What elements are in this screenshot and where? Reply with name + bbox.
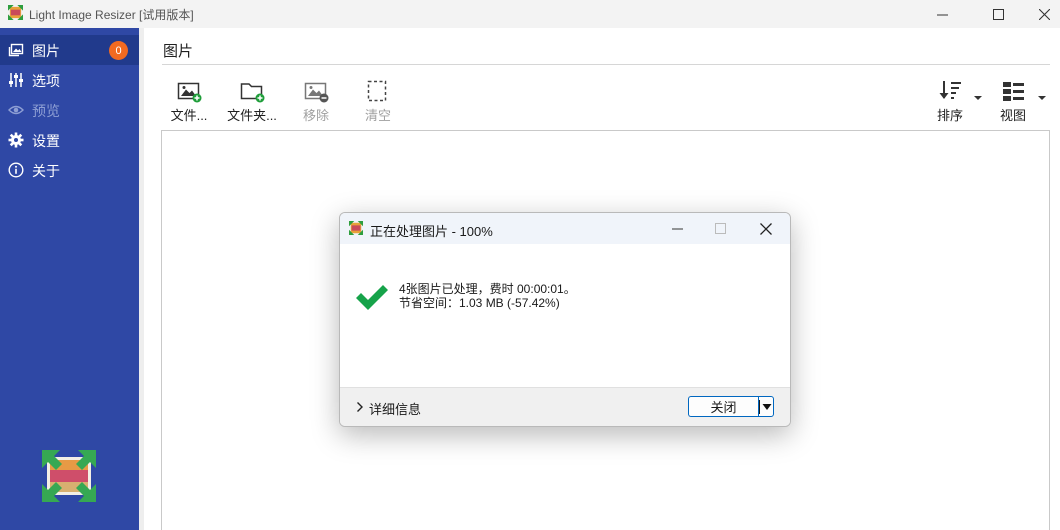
title-bar: Light Image Resizer [试用版本]: [0, 0, 1060, 28]
add-folder-button[interactable]: 文件夹...: [224, 78, 280, 124]
tool-label: 文件夹...: [227, 108, 277, 123]
close-button[interactable]: 关闭: [688, 396, 758, 417]
remove-image-icon: [304, 82, 329, 103]
clear-button[interactable]: 清空: [350, 78, 406, 124]
sidebar-item-label: 预览: [32, 103, 60, 119]
close-icon: [760, 222, 772, 235]
details-label: 详细信息: [369, 402, 422, 417]
tool-label: 文件...: [170, 108, 208, 123]
dialog-close-button[interactable]: [743, 213, 789, 244]
info-icon: [8, 162, 24, 178]
minimize-icon: [936, 14, 948, 15]
resizer-logo-icon: [349, 221, 363, 235]
add-folder-icon: [240, 83, 265, 103]
dialog-footer: 详细信息 关闭: [340, 387, 790, 426]
page-title: 图片: [163, 43, 194, 60]
close-window-button[interactable]: [1021, 0, 1060, 28]
processing-dialog: 正在处理图片 - 100% 4张图片已处理，费时 00:00:01。 节省空间：…: [339, 212, 791, 427]
view-dropdown-caret-icon[interactable]: [1037, 94, 1047, 102]
sidebar-item-preview[interactable]: 预览: [0, 95, 139, 125]
view-button[interactable]: 视图: [985, 78, 1041, 124]
minimize-icon: [671, 228, 683, 230]
tool-label: 移除: [302, 108, 329, 123]
tool-label: 排序: [936, 108, 963, 123]
maximize-button[interactable]: [975, 0, 1021, 28]
close-icon: [1038, 8, 1050, 20]
add-files-button[interactable]: 文件...: [161, 78, 217, 124]
image-count-badge: 0: [109, 41, 128, 60]
caret-down-icon: [762, 403, 772, 410]
divider: [162, 64, 1050, 65]
minimize-button[interactable]: [919, 0, 965, 28]
sidebar-divider: [139, 28, 144, 530]
images-icon: [8, 43, 24, 57]
success-check-icon: [356, 285, 388, 310]
sidebar-item-label: 选项: [32, 73, 60, 89]
sort-dropdown-caret-icon[interactable]: [973, 94, 983, 102]
sidebar-item-label: 图片: [32, 43, 60, 59]
saved-space-message: 节省空间：1.03 MB (-57.42%): [399, 296, 560, 310]
gear-icon: [8, 132, 24, 148]
sidebar-item-label: 关于: [32, 163, 60, 179]
clear-selection-icon: [367, 80, 387, 102]
tool-label: 视图: [999, 108, 1026, 123]
add-image-icon: [177, 82, 202, 103]
maximize-icon: [714, 223, 726, 234]
resizer-logo-icon: [8, 5, 23, 20]
view-list-icon: [1003, 82, 1024, 101]
sidebar-item-options[interactable]: 选项: [0, 65, 139, 95]
remove-button[interactable]: 移除: [288, 78, 344, 124]
sidebar-item-about[interactable]: 关于: [0, 155, 139, 185]
sidebar-item-label: 设置: [32, 133, 60, 149]
sidebar-item-settings[interactable]: 设置: [0, 125, 139, 155]
sidebar: 图片 0 选项 预览 设置 关于: [0, 28, 139, 530]
dialog-title: 正在处理图片 - 100%: [370, 224, 493, 239]
resizer-logo-icon: [42, 450, 96, 502]
dialog-minimize-button[interactable]: [654, 213, 700, 244]
sliders-icon: [9, 73, 23, 87]
close-split-dropdown[interactable]: [758, 396, 774, 417]
chevron-right-icon: [357, 402, 363, 412]
window-title: Light Image Resizer [试用版本]: [29, 8, 194, 22]
sort-button[interactable]: 排序: [922, 78, 978, 124]
maximize-icon: [992, 8, 1004, 20]
sort-icon: [939, 81, 961, 99]
eye-icon: [8, 105, 24, 115]
dialog-maximize-button[interactable]: [697, 213, 743, 244]
dialog-title-bar: 正在处理图片 - 100%: [340, 213, 790, 244]
tool-label: 清空: [364, 108, 391, 123]
sidebar-item-images[interactable]: 图片 0: [0, 35, 139, 65]
